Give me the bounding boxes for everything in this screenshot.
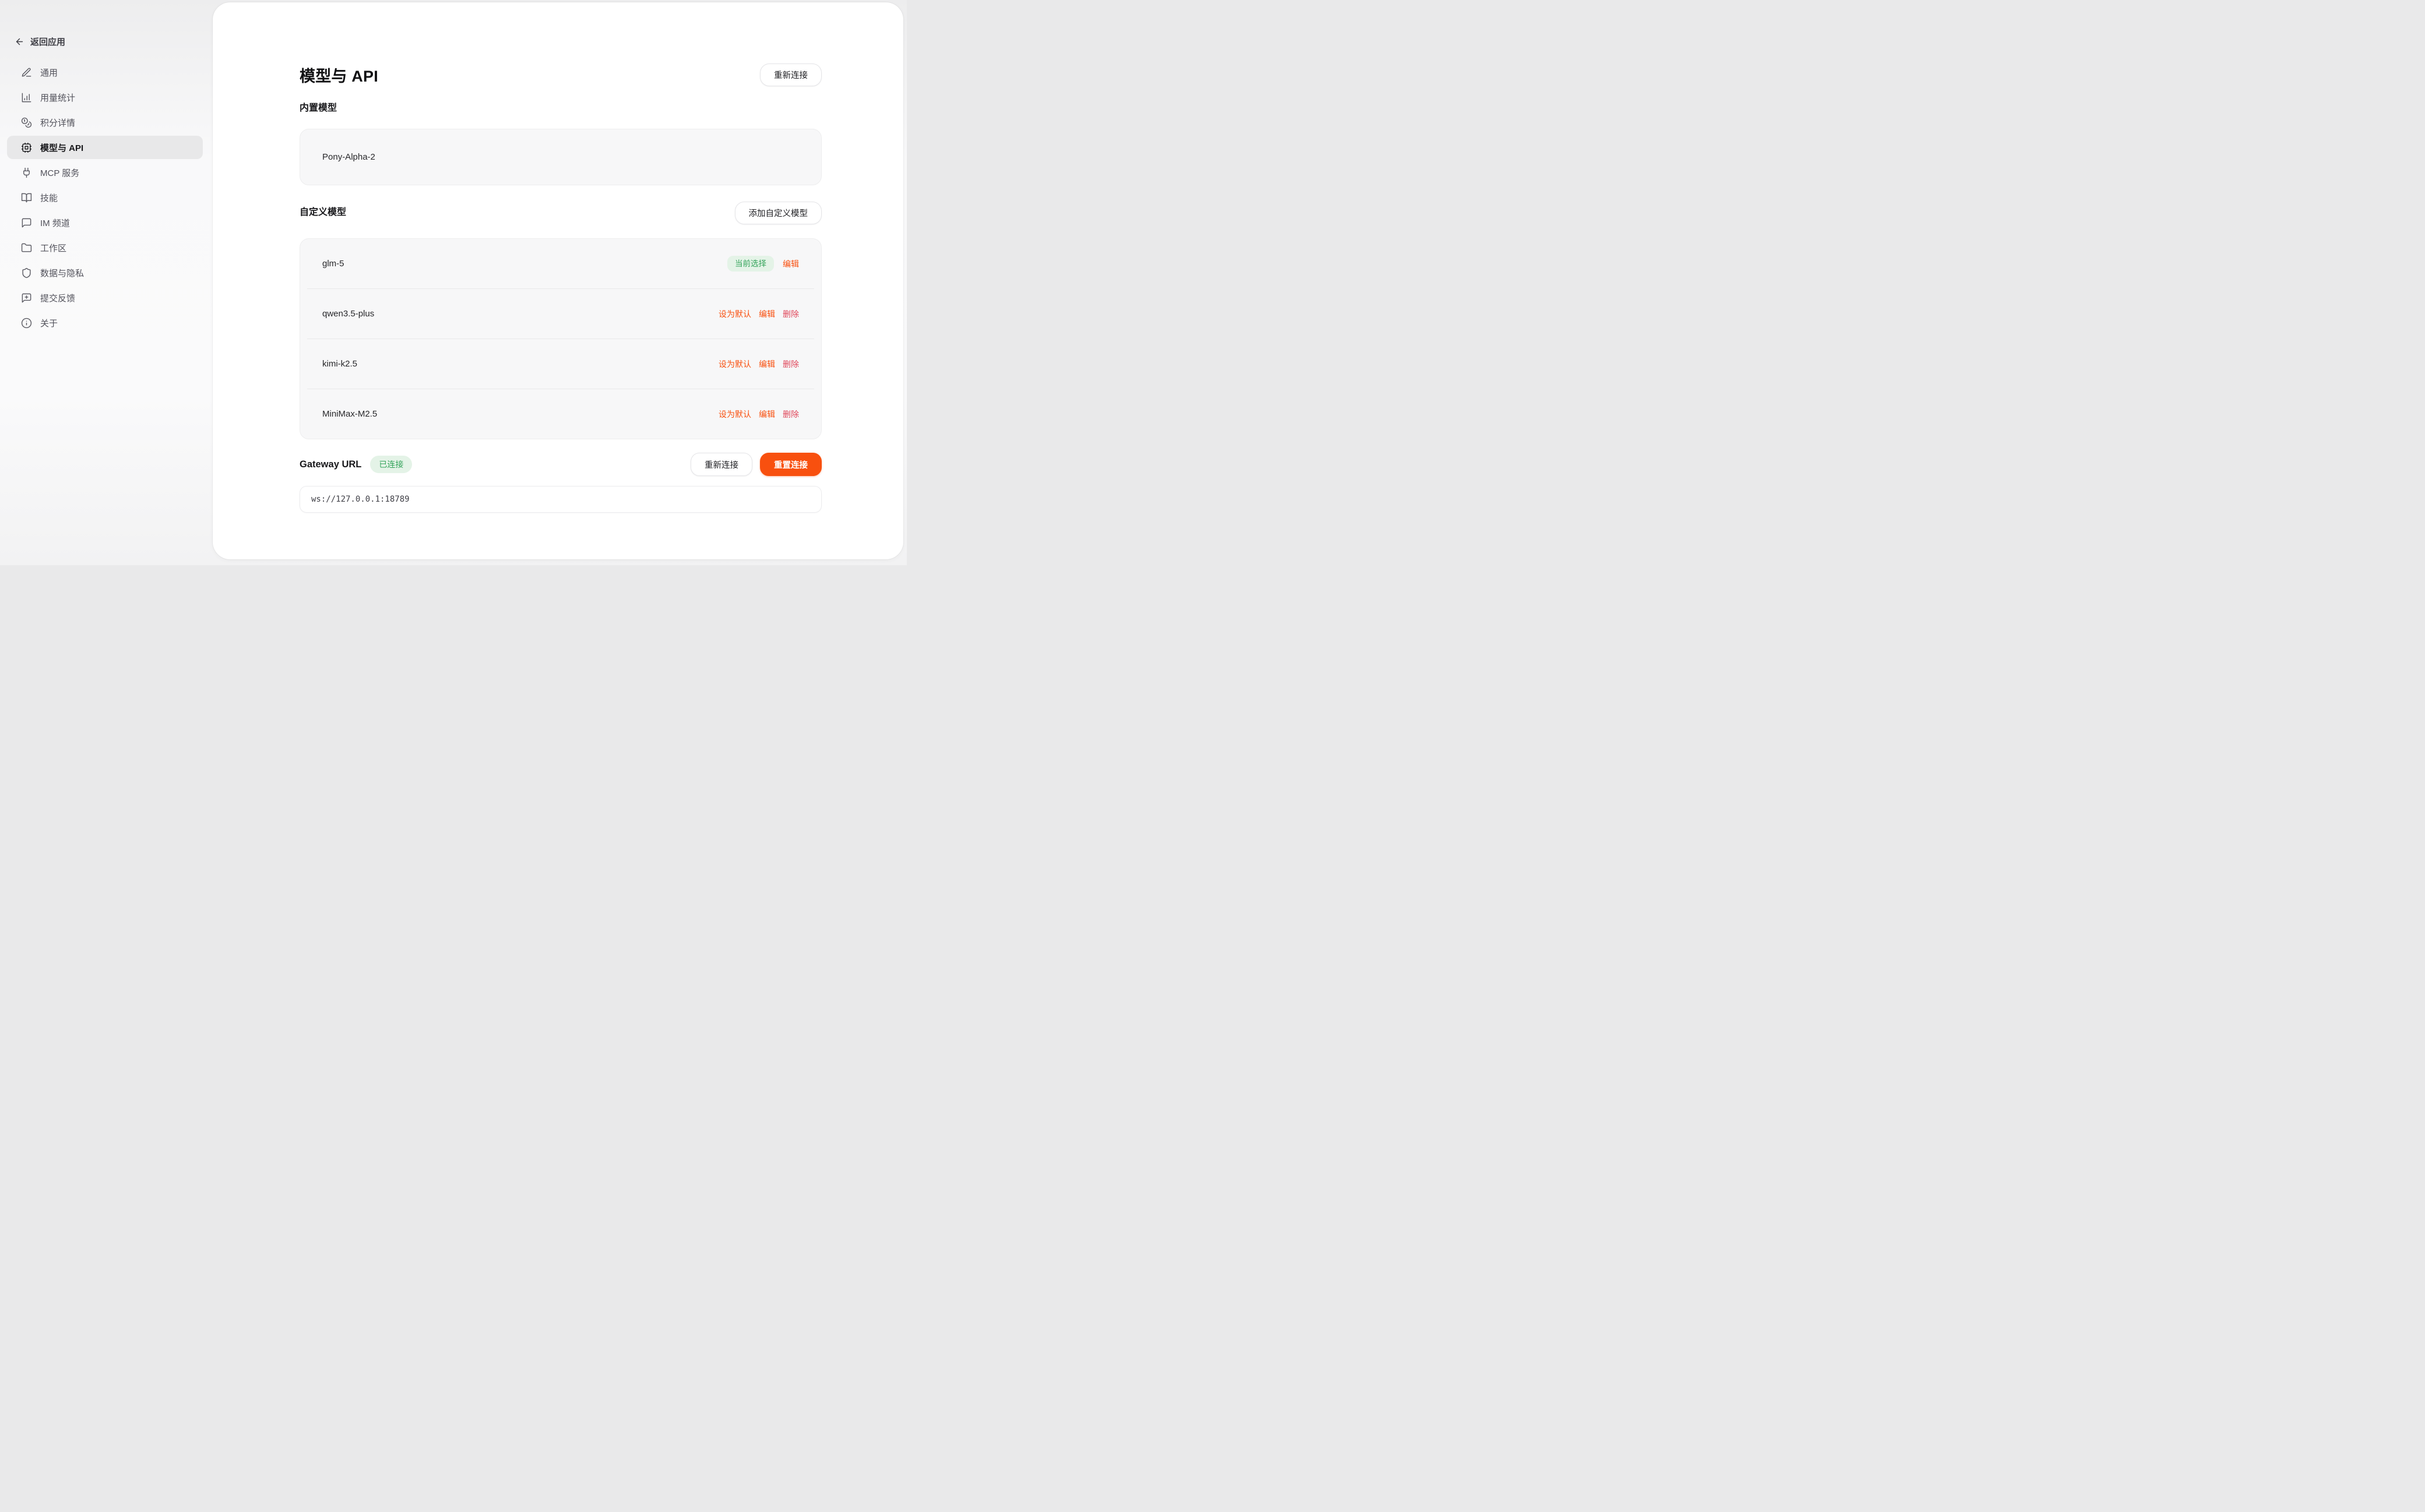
gateway-reset-button[interactable]: 重置连接 [760, 453, 822, 476]
book-open-icon [21, 192, 32, 203]
sidebar-item-label: 积分详情 [40, 117, 75, 129]
sidebar-item-mcp[interactable]: MCP 服务 [7, 161, 203, 184]
coins-icon [21, 117, 32, 128]
set-default-link[interactable]: 设为默认 [719, 358, 751, 370]
chat-bubble-icon [21, 217, 32, 228]
model-row: glm-5 当前选择 编辑 [300, 239, 821, 288]
delete-link[interactable]: 删除 [783, 408, 799, 420]
sidebar-item-label: 关于 [40, 317, 58, 329]
builtin-model-name: Pony-Alpha-2 [322, 152, 375, 162]
builtin-model-card: Pony-Alpha-2 [300, 129, 822, 185]
sidebar-item-workspace[interactable]: 工作区 [7, 236, 203, 259]
model-name: kimi-k2.5 [322, 359, 357, 369]
gateway-reconnect-button[interactable]: 重新连接 [691, 453, 752, 476]
custom-models-label: 自定义模型 [300, 206, 346, 219]
set-default-link[interactable]: 设为默认 [719, 408, 751, 420]
sidebar-item-label: 技能 [40, 192, 58, 204]
sidebar-item-feedback[interactable]: 提交反馈 [7, 286, 203, 309]
reconnect-button-top[interactable]: 重新连接 [760, 64, 822, 86]
sidebar-menu: 通用 用量统计 积分详情 模型与 API MCP 服务 技能 [0, 61, 213, 334]
info-icon [21, 318, 32, 329]
builtin-models-label: 内置模型 [300, 102, 822, 115]
pencil-icon [21, 67, 32, 78]
main-panel: 模型与 API 重新连接 内置模型 Pony-Alpha-2 自定义模型 添加自… [213, 2, 903, 559]
sidebar-item-data-privacy[interactable]: 数据与隐私 [7, 261, 203, 284]
arrow-left-icon [15, 37, 24, 47]
feedback-plus-icon [21, 292, 32, 304]
current-selected-badge: 当前选择 [727, 256, 774, 272]
sidebar: 返回应用 通用 用量统计 积分详情 模型与 API MCP 服务 [0, 0, 213, 565]
gateway-url-label: Gateway URL [300, 459, 361, 470]
gateway-url-input[interactable] [300, 486, 822, 513]
sidebar-item-label: 工作区 [40, 242, 66, 254]
model-name: MiniMax-M2.5 [322, 409, 377, 419]
edit-link[interactable]: 编辑 [759, 358, 775, 370]
model-row: MiniMax-M2.5 设为默认 编辑 删除 [300, 389, 821, 439]
add-custom-model-button[interactable]: 添加自定义模型 [735, 202, 822, 224]
sidebar-item-usage-stats[interactable]: 用量统计 [7, 86, 203, 109]
sidebar-item-general[interactable]: 通用 [7, 61, 203, 84]
delete-link[interactable]: 删除 [783, 358, 799, 370]
folder-icon [21, 242, 32, 253]
sidebar-item-im-channels[interactable]: IM 频道 [7, 211, 203, 234]
bar-chart-icon [21, 92, 32, 103]
sidebar-item-label: 通用 [40, 66, 58, 79]
page-title: 模型与 API [300, 64, 378, 86]
sidebar-item-skills[interactable]: 技能 [7, 186, 203, 209]
sidebar-item-label: 用量统计 [40, 91, 75, 104]
edit-link[interactable]: 编辑 [783, 258, 799, 270]
back-to-app-label: 返回应用 [30, 36, 65, 48]
set-default-link[interactable]: 设为默认 [719, 308, 751, 320]
settings-window: 返回应用 通用 用量统计 积分详情 模型与 API MCP 服务 [0, 0, 907, 565]
model-row: kimi-k2.5 设为默认 编辑 删除 [300, 339, 821, 389]
cpu-icon [21, 142, 32, 153]
edit-link[interactable]: 编辑 [759, 408, 775, 420]
delete-link[interactable]: 删除 [783, 308, 799, 320]
sidebar-item-label: IM 频道 [40, 217, 70, 229]
model-name: glm-5 [322, 259, 344, 269]
model-name: qwen3.5-plus [322, 309, 374, 319]
plug-icon [21, 167, 32, 178]
sidebar-item-about[interactable]: 关于 [7, 311, 203, 334]
sidebar-item-credits[interactable]: 积分详情 [7, 111, 203, 134]
sidebar-item-label: 提交反馈 [40, 292, 75, 304]
shield-icon [21, 267, 32, 279]
sidebar-item-models-api[interactable]: 模型与 API [7, 136, 203, 159]
sidebar-item-label: 数据与隐私 [40, 267, 84, 279]
edit-link[interactable]: 编辑 [759, 308, 775, 320]
model-row: qwen3.5-plus 设为默认 编辑 删除 [300, 289, 821, 339]
sidebar-item-label: MCP 服务 [40, 167, 79, 179]
back-to-app-button[interactable]: 返回应用 [15, 34, 213, 49]
connected-status-badge: 已连接 [370, 456, 412, 473]
sidebar-item-label: 模型与 API [40, 142, 83, 154]
custom-models-list: glm-5 当前选择 编辑 qwen3.5-plus 设为默认 编辑 删除 [300, 238, 822, 439]
